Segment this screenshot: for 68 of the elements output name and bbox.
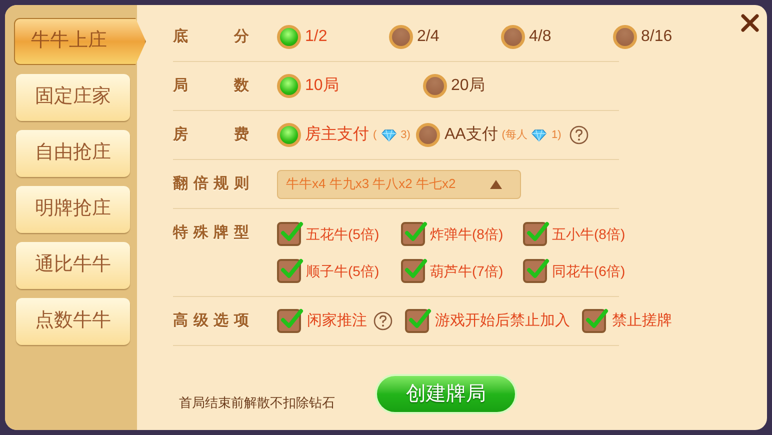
mode-tab[interactable]: 牛牛上庄	[14, 18, 146, 65]
option-label: 闲家推注	[307, 310, 367, 331]
checkmark-icon	[280, 308, 304, 330]
row-label: 高级选项	[173, 310, 249, 331]
checkbox[interactable]	[582, 309, 606, 333]
checkmark-icon	[404, 221, 428, 243]
checkmark-icon	[526, 221, 550, 243]
create-button[interactable]: 创建牌局	[375, 374, 517, 414]
radio-button[interactable]	[277, 74, 301, 98]
footer-note: 首局结束前解散不扣除钻石	[179, 394, 335, 412]
mode-tab[interactable]: 通比牛牛	[16, 242, 130, 289]
option-label: 4/8	[529, 27, 552, 47]
checkmark-icon	[408, 308, 432, 330]
radio-button[interactable]	[423, 74, 447, 98]
row-label: 翻倍规则	[173, 174, 249, 194]
radio-button[interactable]	[416, 123, 440, 147]
checkbox[interactable]	[277, 222, 301, 246]
checkmark-icon	[526, 258, 550, 280]
row-label: 局 数	[173, 76, 249, 96]
option-label: 五花牛(5倍)	[306, 224, 380, 244]
checkmark-icon	[404, 258, 428, 280]
row-label: 房 费	[173, 124, 249, 145]
option-note: 3)	[400, 128, 410, 143]
option-label: 五小牛(8倍)	[552, 224, 626, 244]
checkbox[interactable]	[523, 259, 547, 283]
checkbox[interactable]	[277, 259, 301, 283]
radio-button[interactable]	[277, 25, 301, 49]
radio-button[interactable]	[501, 25, 525, 49]
mode-tab[interactable]: 自由抢庄	[16, 130, 130, 177]
option-label: 10局	[305, 76, 339, 96]
option-label: 炸弹牛(8倍)	[430, 224, 504, 244]
checkbox[interactable]	[401, 222, 425, 246]
option-label: 禁止搓牌	[612, 310, 672, 331]
checkbox[interactable]	[405, 309, 429, 333]
row-label: 特殊牌型	[173, 223, 249, 243]
option-label: 20局	[451, 76, 485, 96]
option-label: 同花牛(6倍)	[552, 262, 626, 281]
option-label: 葫芦牛(7倍)	[430, 262, 504, 281]
checkbox[interactable]	[401, 259, 425, 283]
option-label: 1/2	[305, 27, 328, 47]
option-note: (	[373, 128, 377, 143]
option-label: 游戏开始后禁止加入	[435, 310, 570, 331]
diamond-icon	[531, 128, 548, 142]
diamond-icon	[380, 128, 397, 142]
close-icon[interactable]	[741, 14, 759, 32]
radio-button[interactable]	[613, 25, 637, 49]
option-note: (每人	[502, 128, 528, 143]
dropdown-value: 牛牛x4 牛九x3 牛八x2 牛七x2	[286, 175, 456, 194]
help-icon[interactable]	[373, 311, 393, 331]
option-label: 房主支付	[305, 124, 369, 145]
checkbox[interactable]	[523, 222, 547, 246]
checkmark-icon	[585, 308, 609, 330]
option-label: AA支付	[444, 124, 498, 145]
option-label: 顺子牛(5倍)	[306, 262, 380, 281]
checkbox[interactable]	[277, 309, 301, 333]
radio-button[interactable]	[277, 123, 301, 147]
checkmark-icon	[280, 221, 304, 243]
option-note: 1)	[551, 128, 562, 143]
radio-button[interactable]	[389, 25, 413, 49]
help-icon[interactable]	[569, 125, 590, 145]
caret-icon	[490, 180, 502, 188]
row-label: 底 分	[173, 26, 249, 47]
checkmark-icon	[280, 258, 304, 280]
option-label: 8/16	[641, 27, 672, 47]
mode-tab[interactable]: 固定庄家	[16, 74, 130, 121]
mode-tab[interactable]: 明牌抢庄	[16, 186, 130, 233]
mode-tab[interactable]: 点数牛牛	[16, 298, 130, 345]
option-label: 2/4	[417, 27, 440, 47]
